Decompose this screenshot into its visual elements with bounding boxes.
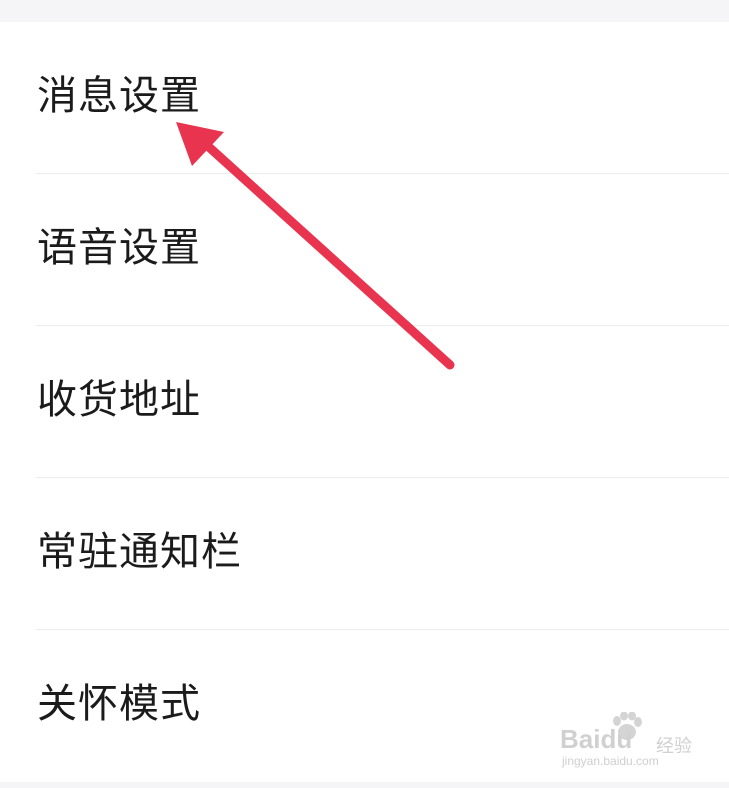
menu-item-message-settings[interactable]: 消息设置 — [0, 22, 729, 174]
menu-item-label: 关怀模式 — [37, 681, 201, 727]
menu-item-label: 常驻通知栏 — [37, 529, 242, 575]
menu-item-care-mode[interactable]: 关怀模式 — [0, 630, 729, 782]
menu-item-label: 收货地址 — [37, 377, 201, 423]
settings-menu-list: 消息设置 语音设置 收货地址 常驻通知栏 关怀模式 — [0, 22, 729, 782]
menu-item-persistent-notification[interactable]: 常驻通知栏 — [0, 478, 729, 630]
menu-item-shipping-address[interactable]: 收货地址 — [0, 326, 729, 478]
bottom-spacer — [0, 782, 729, 788]
top-spacer — [0, 0, 729, 22]
menu-item-label: 消息设置 — [37, 73, 201, 119]
menu-item-label: 语音设置 — [37, 225, 201, 271]
menu-item-voice-settings[interactable]: 语音设置 — [0, 174, 729, 326]
